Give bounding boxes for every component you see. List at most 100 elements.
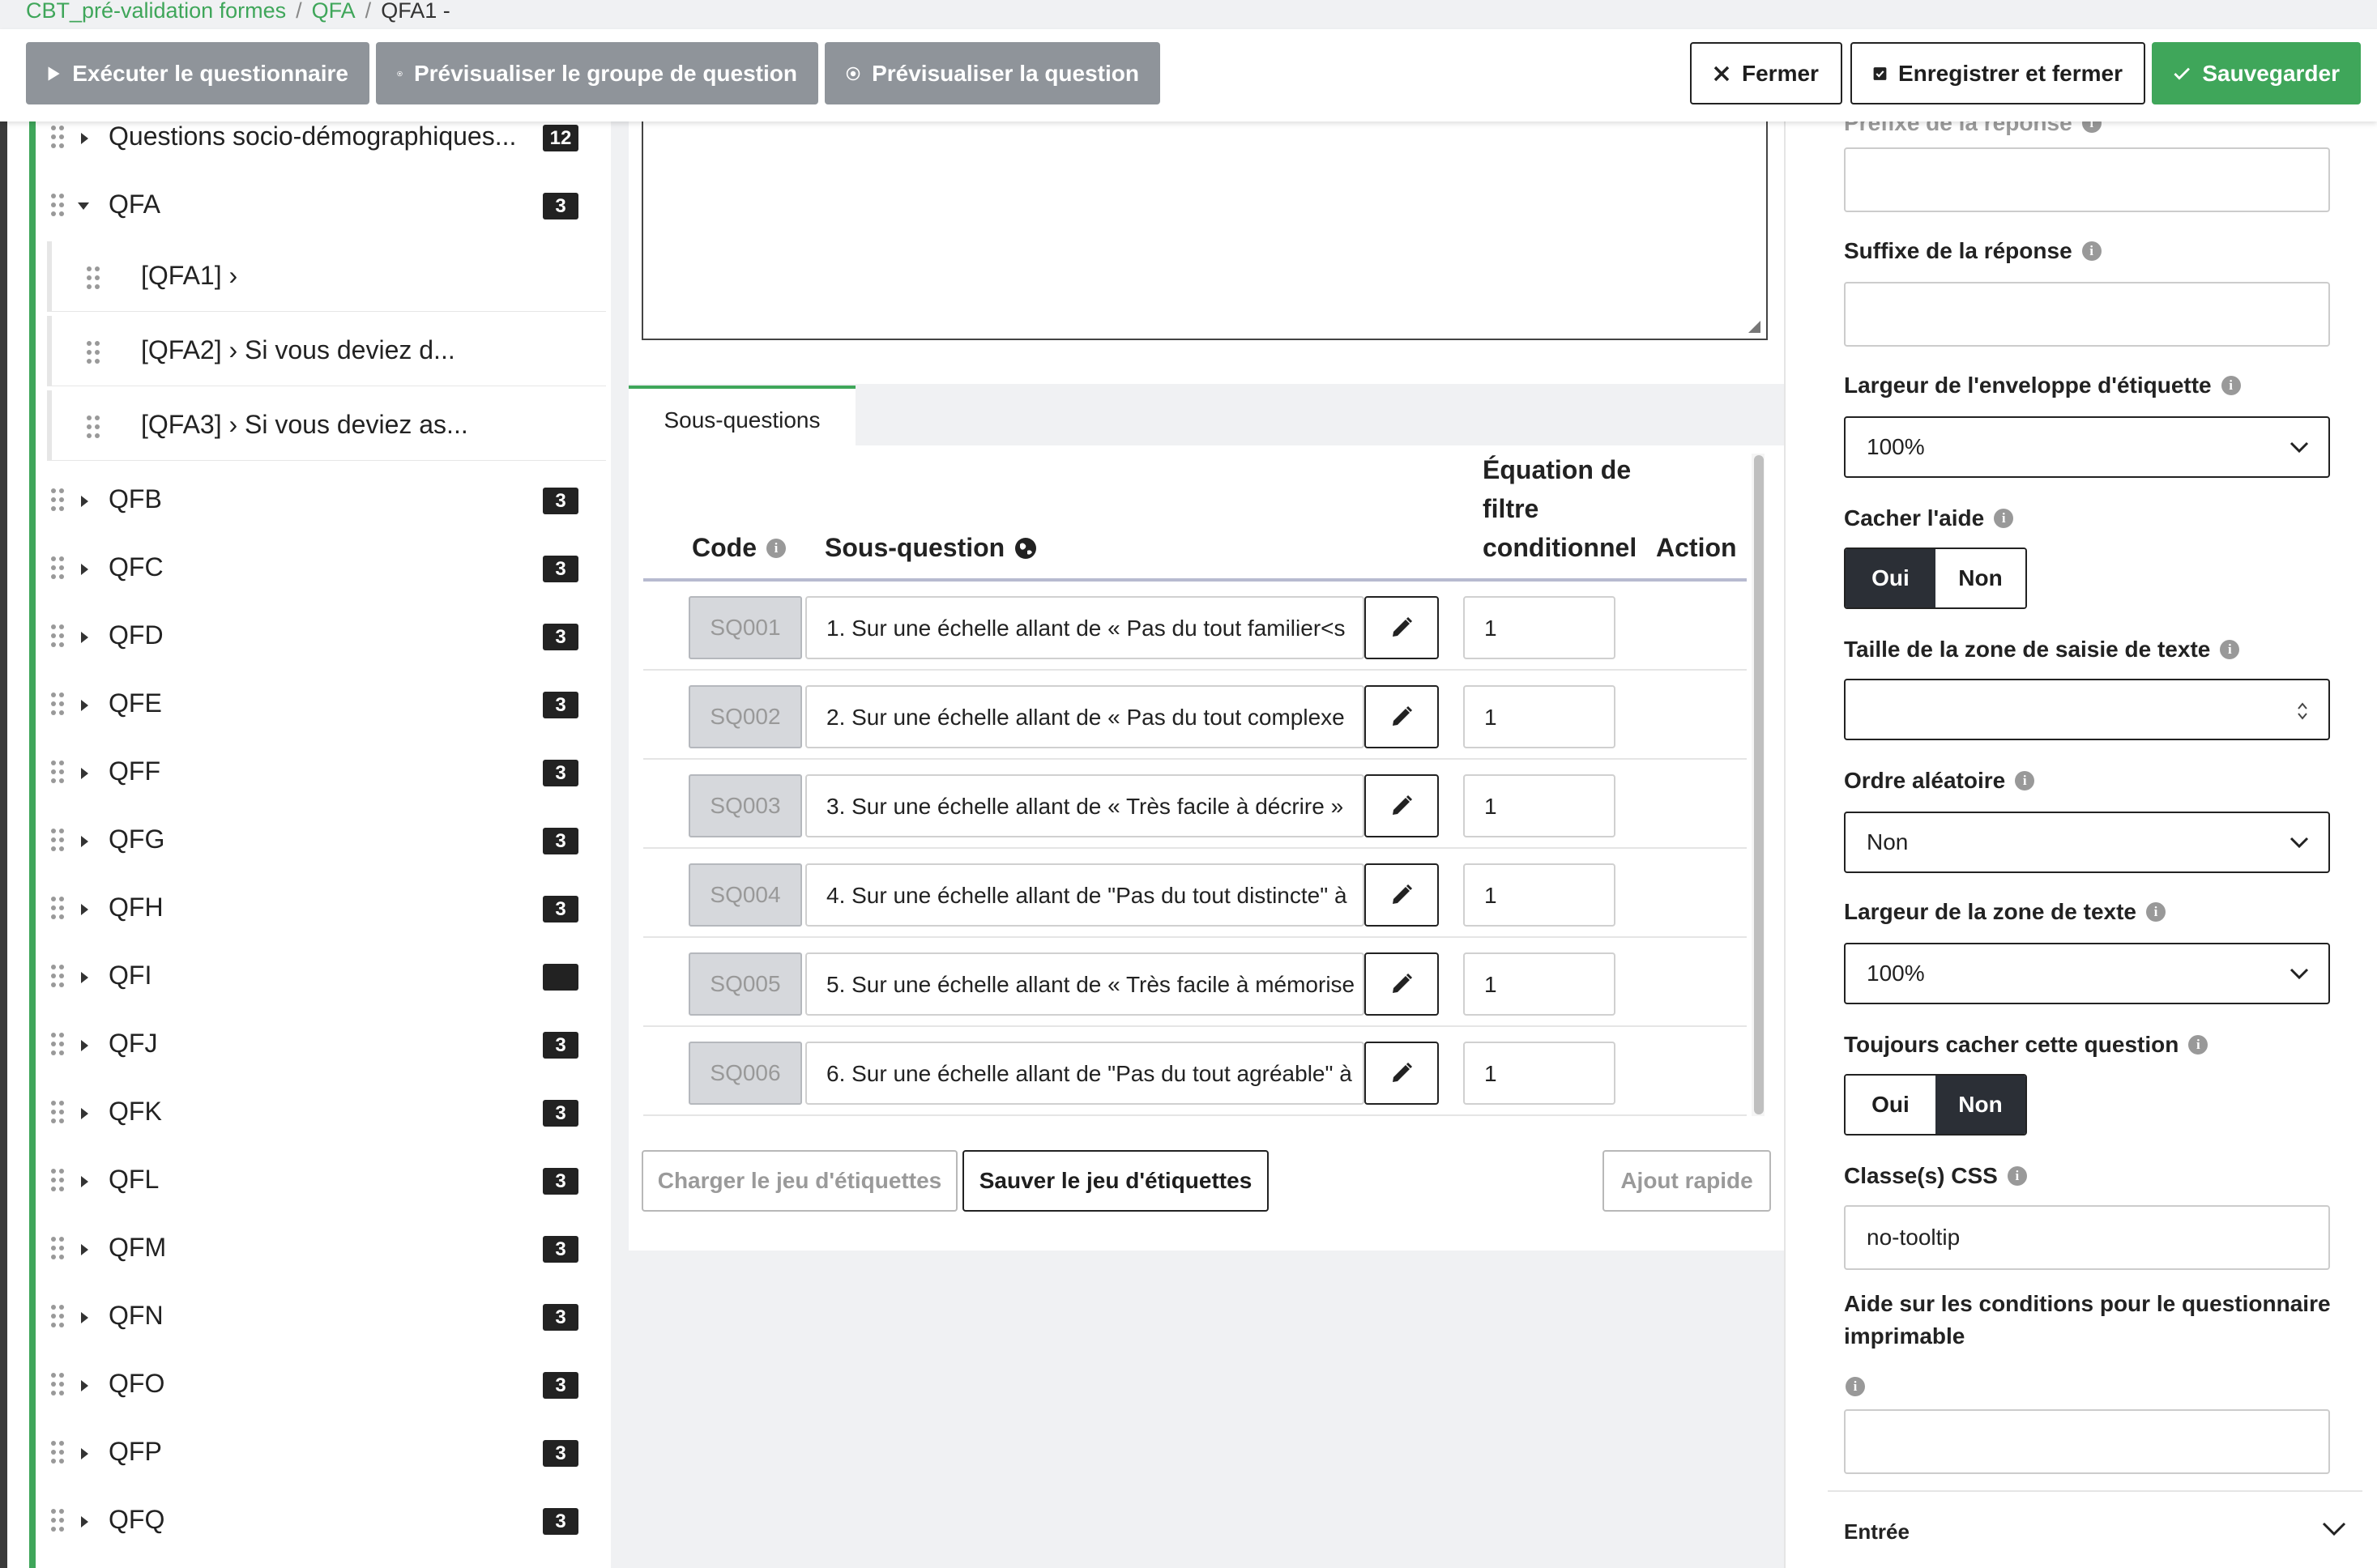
edit-subquestion-button[interactable] bbox=[1364, 685, 1439, 748]
sidebar-group[interactable]: QFD 3 bbox=[36, 601, 611, 669]
caret-right-icon[interactable] bbox=[81, 1244, 88, 1255]
edit-subquestion-button[interactable] bbox=[1364, 863, 1439, 927]
subquestion-code-input[interactable]: SQ005 bbox=[689, 952, 802, 1016]
info-icon[interactable]: i bbox=[2081, 241, 2102, 261]
filter-equation-input[interactable]: 1 bbox=[1463, 685, 1615, 748]
drag-handle-icon[interactable] bbox=[50, 964, 65, 988]
filter-equation-input[interactable]: 1 bbox=[1463, 863, 1615, 927]
toggle-yes[interactable]: Oui bbox=[1846, 1076, 1935, 1134]
drag-handle-icon[interactable] bbox=[50, 1168, 65, 1192]
drag-handle-icon[interactable] bbox=[50, 1304, 65, 1328]
spinner-arrows-icon[interactable] bbox=[2296, 700, 2309, 722]
question-textarea[interactable] bbox=[642, 121, 1768, 340]
preview-group-button[interactable]: Prévisualiser le groupe de question bbox=[376, 42, 818, 104]
subquestion-code-input[interactable]: SQ004 bbox=[689, 863, 802, 927]
sidebar-group[interactable]: QFO 3 bbox=[36, 1349, 611, 1417]
caret-down-icon[interactable] bbox=[78, 202, 89, 210]
sidebar-group[interactable]: QFN 3 bbox=[36, 1281, 611, 1349]
drag-handle-icon[interactable] bbox=[50, 1032, 65, 1056]
sidebar-question-item[interactable]: [QFA1] › bbox=[47, 241, 606, 311]
subquestion-code-input[interactable]: SQ002 bbox=[689, 685, 802, 748]
caret-right-icon[interactable] bbox=[81, 1040, 88, 1051]
sidebar-group[interactable]: QFL 3 bbox=[36, 1145, 611, 1213]
drag-handle-icon[interactable] bbox=[50, 193, 65, 217]
caret-right-icon[interactable] bbox=[81, 1516, 88, 1528]
quick-add-button[interactable]: Ajout rapide bbox=[1602, 1150, 1771, 1212]
answer-suffix-input[interactable] bbox=[1844, 282, 2330, 347]
info-icon[interactable]: i bbox=[1846, 1377, 1865, 1396]
drag-handle-icon[interactable] bbox=[50, 1236, 65, 1260]
drag-handle-icon[interactable] bbox=[50, 1100, 65, 1124]
drag-handle-icon[interactable] bbox=[50, 828, 65, 852]
input-accordion[interactable]: Entrée bbox=[1828, 1490, 2362, 1568]
info-icon[interactable]: i bbox=[2146, 902, 2166, 922]
caret-right-icon[interactable] bbox=[81, 1108, 88, 1119]
table-scrollbar[interactable] bbox=[1752, 454, 1765, 1116]
sidebar-group[interactable]: QFB 3 bbox=[36, 465, 611, 533]
info-icon[interactable]: i bbox=[2015, 771, 2035, 790]
save-and-close-button[interactable]: Enregistrer et fermer bbox=[1850, 42, 2145, 104]
info-icon[interactable]: i bbox=[2221, 376, 2241, 395]
sidebar-group[interactable]: QFJ 3 bbox=[36, 1009, 611, 1077]
caret-right-icon[interactable] bbox=[81, 1312, 88, 1323]
drag-handle-icon[interactable] bbox=[50, 556, 65, 580]
save-label-set-button[interactable]: Sauver le jeu d'étiquettes bbox=[962, 1150, 1269, 1212]
drag-handle-icon[interactable] bbox=[50, 1508, 65, 1532]
sidebar-group[interactable]: QFE 3 bbox=[36, 669, 611, 737]
info-icon[interactable]: i bbox=[1994, 509, 2014, 528]
sidebar-question-item[interactable]: [QFA3] › Si vous deviez as... bbox=[47, 390, 606, 460]
sidebar-group[interactable]: QFG 3 bbox=[36, 805, 611, 873]
save-button[interactable]: Sauvegarder bbox=[2152, 42, 2361, 104]
hide-help-toggle[interactable]: Oui Non bbox=[1844, 548, 2027, 609]
edit-subquestion-button[interactable] bbox=[1364, 774, 1439, 837]
close-button[interactable]: Fermer bbox=[1690, 42, 1842, 104]
text-width-select[interactable]: 100% bbox=[1844, 943, 2330, 1004]
info-icon[interactable]: i bbox=[2220, 640, 2240, 659]
run-survey-button[interactable]: Exécuter le questionnaire bbox=[26, 42, 369, 104]
caret-right-icon[interactable] bbox=[81, 904, 88, 915]
sidebar-group[interactable]: QFI bbox=[36, 941, 611, 1009]
always-hide-toggle[interactable]: Oui Non bbox=[1844, 1074, 2027, 1136]
drag-handle-icon[interactable] bbox=[50, 760, 65, 784]
subquestion-text-input[interactable]: 1. Sur une échelle allant de « Pas du to… bbox=[805, 596, 1364, 659]
print-help-input[interactable] bbox=[1844, 1409, 2330, 1474]
sidebar-group[interactable]: QFK 3 bbox=[36, 1077, 611, 1145]
subquestion-code-input[interactable]: SQ003 bbox=[689, 774, 802, 837]
caret-right-icon[interactable] bbox=[81, 564, 88, 575]
sidebar-group[interactable]: QFM 3 bbox=[36, 1213, 611, 1281]
drag-handle-icon[interactable] bbox=[50, 896, 65, 920]
info-icon[interactable]: i bbox=[2188, 1035, 2208, 1055]
sidebar-group-open[interactable]: QFA 3 bbox=[36, 170, 611, 238]
load-label-set-button[interactable]: Charger le jeu d'étiquettes bbox=[642, 1150, 958, 1212]
text-input-size-stepper[interactable] bbox=[1844, 679, 2330, 740]
drag-handle-icon[interactable] bbox=[50, 1440, 65, 1464]
drag-handle-icon[interactable] bbox=[50, 125, 65, 149]
tab-subquestions[interactable]: Sous-questions bbox=[629, 386, 856, 452]
label-wrapper-width-select[interactable]: 100% bbox=[1844, 416, 2330, 478]
breadcrumb-group-link[interactable]: QFA bbox=[312, 0, 356, 23]
sidebar-group[interactable]: QFH 3 bbox=[36, 873, 611, 941]
preview-question-button[interactable]: Prévisualiser la question bbox=[825, 42, 1160, 104]
caret-right-icon[interactable] bbox=[81, 496, 88, 507]
answer-prefix-input[interactable] bbox=[1844, 147, 2330, 212]
drag-handle-icon[interactable] bbox=[50, 1372, 65, 1396]
resize-handle-icon[interactable] bbox=[1745, 317, 1761, 334]
caret-right-icon[interactable] bbox=[81, 133, 88, 144]
subquestion-text-input[interactable]: 6. Sur une échelle allant de "Pas du tou… bbox=[805, 1042, 1364, 1105]
caret-right-icon[interactable] bbox=[81, 1380, 88, 1391]
sidebar-group[interactable]: QFF 3 bbox=[36, 737, 611, 805]
drag-handle-icon[interactable] bbox=[50, 488, 65, 512]
drag-handle-icon[interactable] bbox=[86, 266, 100, 290]
edit-subquestion-button[interactable] bbox=[1364, 596, 1439, 659]
sidebar-question-item[interactable]: [QFA2] › Si vous deviez d... bbox=[47, 316, 606, 386]
caret-right-icon[interactable] bbox=[81, 836, 88, 847]
info-icon[interactable]: i bbox=[766, 538, 786, 558]
caret-right-icon[interactable] bbox=[81, 1176, 88, 1187]
toggle-yes[interactable]: Oui bbox=[1846, 549, 1935, 607]
toggle-no[interactable]: Non bbox=[1935, 549, 2025, 607]
caret-right-icon[interactable] bbox=[81, 1448, 88, 1459]
breadcrumb-survey-link[interactable]: CBT_pré-validation formes bbox=[26, 0, 286, 23]
sidebar-group[interactable]: QFC 3 bbox=[36, 533, 611, 601]
filter-equation-input[interactable]: 1 bbox=[1463, 952, 1615, 1016]
sidebar-group[interactable]: QFP 3 bbox=[36, 1417, 611, 1485]
